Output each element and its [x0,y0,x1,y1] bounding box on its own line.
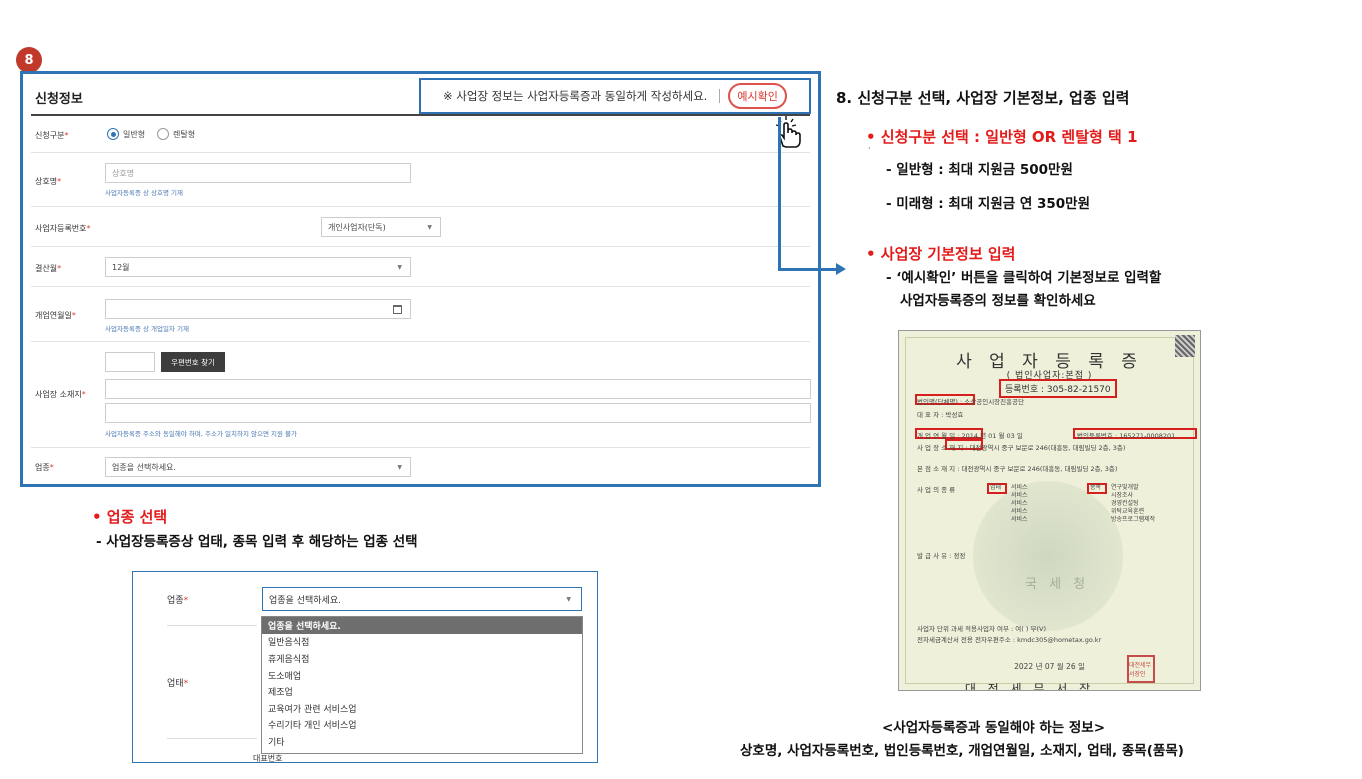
opening-date-help: 사업자등록증 상 개업일자 기재 [105,325,189,333]
connector-line [778,268,838,271]
dd-option[interactable]: 도소매업 [262,667,582,684]
item-tag: 종목 [1090,484,1102,491]
settlement-month-select[interactable]: 12월 ▼ [105,257,411,277]
row-industry: 업종* 업종을 선택하세요. ▼ [31,448,810,484]
application-form: 신청정보 ※ 사업장 정보는 사업자등록증과 동일하게 작성하세요. 예시확인 … [20,71,821,487]
notice-text: ※ 사업장 정보는 사업자등록증과 동일하게 작성하세요. [443,89,708,103]
certificate-items: 연구및개발 시장조사 경영컨설팅 위탁교육훈련 방송프로그램제작 [1111,484,1156,523]
opening-date-input[interactable] [105,299,411,319]
example-check-button[interactable]: 예시확인 [728,83,787,109]
radio-rental-label: 렌탈형 [173,130,196,139]
certificate-hq-location: 본 점 소 재 지 : 대전광역시 중구 보문로 246(대흥동, 대림빌딩 2… [917,465,1118,473]
row-registration-no: 사업자등록번호* 개인사업자(단독) ▼ [31,207,810,247]
row-application-type: 신청구분* 일반형 렌탈형 [31,116,810,153]
industry-select[interactable]: 업종을 선택하세요. ▼ [105,457,411,477]
seal-text: 국 세 청 [1025,577,1090,592]
notice-divider [719,89,721,103]
certificate-caption-title: <사업자등록증과 동일해야 하는 정보> [882,720,1106,736]
address-help: 사업자등록증 주소와 동일해야 하며, 주소가 일치하지 않으면 지원 불가 [105,430,298,438]
step-badge: 8 [16,47,42,73]
business-name-help: 사업자등록증 상 상호명 기재 [105,189,183,197]
application-type-label: 신청구분* [35,131,69,140]
dd-option[interactable]: 업종을 선택하세요. [262,617,582,634]
calendar-icon[interactable] [393,305,402,314]
divider [167,738,257,739]
row-business-name: 상호명* 상호명 사업자등록증 상 상호명 기재 [31,153,810,207]
future-type-desc: - 미래형 : 최대 지원금 연 350만원 [886,196,1091,212]
dd-option[interactable]: 휴게음식점 [262,650,582,667]
radio-rental[interactable] [157,128,169,140]
dd-option[interactable]: 교육여가 관련 서비스업 [262,700,582,717]
dd-option[interactable]: 수리기타 개인 서비스업 [262,717,582,734]
bullet-industry: • 업종 선택 [92,508,168,526]
opening-date-label: 개업연월일* [35,311,76,320]
general-type-desc: - 일반형 : 최대 지원금 500만원 [886,162,1073,178]
certificate-location: 사 업 장 소 재 지 : 대전광역시 중구 보문로 246(대흥동, 대림빌딩… [917,444,1126,452]
official-stamp: 대전세무서장인 [1127,655,1155,683]
industry-dropdown-demo: 업종* 업태* 대표번호 업종을 선택하세요. ▼ 업종을 선택하세요. 일반음식… [132,571,598,763]
industry-desc: - 사업장등록증상 업태, 종목 입력 후 해당하는 업종 선택 [96,534,418,550]
business-type-select[interactable]: 개인사업자(단독) ▼ [321,217,441,237]
business-name-label: 상호명* [35,177,62,186]
chevron-down-icon: ▼ [427,224,432,231]
radio-general[interactable] [107,128,119,140]
certificate-tax-line: 사업자 단위 과세 적용사업자 여부 : 여( ) 부(V) [917,625,1046,633]
address-input[interactable] [105,379,811,399]
bullet-basic-info: • 사업장 기본정보 입력 [866,245,1016,263]
certificate-issue-reason: 발 급 사 유 : 정정 [917,552,966,560]
basic-info-desc-2: 사업자등록증의 정보를 확인하세요 [900,293,1096,309]
certificate-email-line: 전자세금계산서 전용 전자우편주소 : kmdc305@hometax.go.k… [917,636,1102,644]
row-opening-date: 개업연월일* 사업자등록증 상 개업일자 기재 [31,287,810,342]
row-settlement-month: 결산월* 12월 ▼ [31,247,810,287]
chevron-down-icon: ▼ [397,464,402,471]
basic-info-desc-1: - ‘예시확인’ 버튼을 클릭하여 기본정보로 입력할 [886,270,1162,286]
certificate-biz-types: 서비스 서비스 서비스 서비스 서비스 [1011,484,1028,523]
tax-office-seal [973,481,1123,631]
notice-box: ※ 사업장 정보는 사업자등록증과 동일하게 작성하세요. 예시확인 [419,78,811,114]
dd-option[interactable]: 기타 [262,733,582,750]
arrow-right-icon [836,263,846,275]
dd-industry-select[interactable]: 업종을 선택하세요. ▼ [262,587,582,611]
bullet-application-type: • 신청구분 선택 : 일반형 OR 렌탈형 택 1 [866,128,1138,146]
certificate-corp-reg-no: 법인등록번호 : 165271-0008201 [1077,432,1176,440]
settlement-month-label: 결산월* [35,264,62,273]
registration-no-label: 사업자등록번호* [35,224,91,233]
small-dot: · [868,144,871,153]
certificate-biz-type-label: 사 업 의 종 류 [917,486,956,494]
industry-label: 업종* [35,463,54,472]
dd-industry-label: 업종* [167,596,189,606]
biz-type-tag: 업태 [990,484,1002,491]
dd-partial-label: 대표번호 [253,754,283,763]
radio-general-label: 일반형 [123,130,146,139]
certificate-caption-list: 상호명, 사업자등록번호, 법인등록번호, 개업연월일, 소재지, 업태, 종목… [740,743,1184,759]
divider [167,625,257,626]
dd-option[interactable]: 일반음식점 [262,634,582,651]
chevron-down-icon: ▼ [566,596,571,603]
dd-biz-label: 업태* [167,679,189,689]
form-title: 신청정보 [35,92,83,107]
certificate-representative: 대 표 자 : 박성효 [917,411,964,419]
business-registration-certificate: 사 업 자 등 록 증 ( 법인사업자:본점 ) 등록번호 : 305-82-2… [898,330,1201,691]
address-label: 사업장 소재지* [35,390,86,399]
certificate-issuer: 대 전 세 무 서 장 [964,682,1095,691]
dd-options-list: 업종을 선택하세요. 일반음식점 휴게음식점 도소매업 제조업 교육여가 관련 … [261,616,583,754]
zipcode-search-button[interactable]: 우편번호 찾기 [161,352,225,372]
business-name-input[interactable]: 상호명 [105,163,411,183]
chevron-down-icon: ▼ [397,264,402,271]
certificate-corp-name: 법인명(단체명) : 소상공인시장진흥공단 [917,398,1025,406]
row-address: 사업장 소재지* 우편번호 찾기 사업자등록증 주소와 동일해야 하며, 주소가… [31,342,811,448]
zipcode-input[interactable] [105,352,155,372]
address-detail-input[interactable] [105,403,811,423]
dd-option[interactable]: 제조업 [262,683,582,700]
section-heading: 8. 신청구분 선택, 사업장 기본정보, 업종 입력 [836,89,1130,107]
connector-line [778,117,781,271]
